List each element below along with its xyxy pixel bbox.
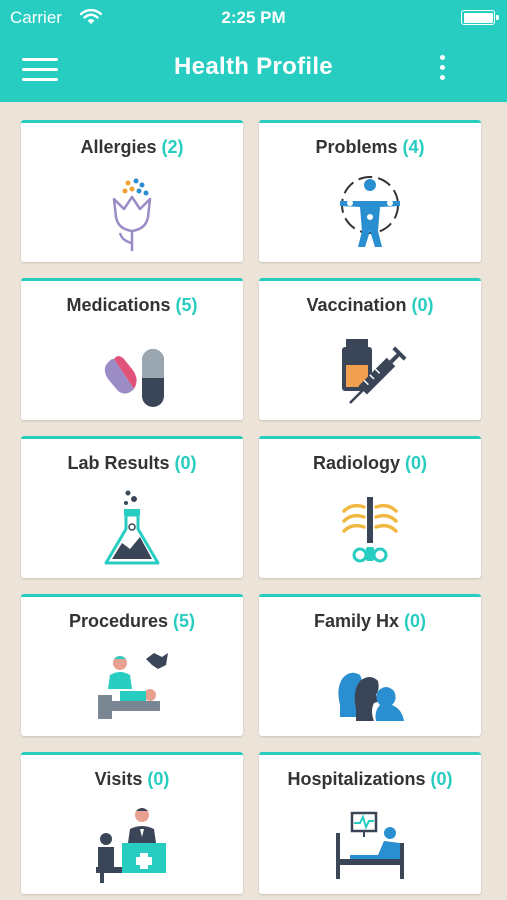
card-procedures[interactable]: Procedures (5) <box>21 594 243 736</box>
card-title: Problems (4) <box>315 137 425 157</box>
family-profiles-icon <box>338 672 404 721</box>
card-title: Family Hx (0) <box>313 611 427 631</box>
card-count: (0) <box>405 453 428 473</box>
card-medications[interactable]: Medications (5) <box>21 278 243 420</box>
vial-syringe-icon <box>342 339 407 404</box>
clock: 2:25 PM <box>221 8 286 27</box>
card-count: (5) <box>175 295 198 315</box>
surgeon-patient-icon <box>98 653 168 719</box>
card-title: Lab Results (0) <box>67 453 197 473</box>
card-count: (0) <box>430 769 453 789</box>
hospital-bed-icon <box>336 811 404 879</box>
card-title: Procedures (5) <box>68 611 196 631</box>
card-count: (5) <box>173 611 196 631</box>
body-joints-icon <box>340 176 400 247</box>
flower-pollen-icon <box>112 178 152 251</box>
ribcage-xray-icon <box>342 497 398 563</box>
card-title: Visits (0) <box>94 769 170 789</box>
card-count: (2) <box>161 137 184 157</box>
card-visits[interactable]: Visits (0) <box>21 752 243 894</box>
card-count: (0) <box>174 453 197 473</box>
card-title: Hospitalizations (0) <box>287 769 453 789</box>
card-count: (0) <box>147 769 170 789</box>
card-allergies[interactable]: Allergies (2) <box>21 120 243 262</box>
card-count: (0) <box>404 611 427 631</box>
card-count: (4) <box>402 137 425 157</box>
more-vertical-icon[interactable] <box>429 52 457 82</box>
card-count: (0) <box>411 295 434 315</box>
card-family-hx[interactable]: Family Hx (0) <box>259 594 481 736</box>
card-title: Allergies (2) <box>80 137 184 157</box>
flask-icon <box>104 490 160 565</box>
nav-bar: Health Profile <box>0 36 507 102</box>
status-bar: Carrier 2:25 PM <box>0 0 507 36</box>
card-problems[interactable]: Problems (4) <box>259 120 481 262</box>
card-radiology[interactable]: Radiology (0) <box>259 436 481 578</box>
doctor-desk-icon <box>96 808 166 883</box>
card-lab-results[interactable]: Lab Results (0) <box>21 436 243 578</box>
card-title: Radiology (0) <box>312 453 428 473</box>
card-title: Medications (5) <box>66 295 198 315</box>
card-hospitalizations[interactable]: Hospitalizations (0) <box>259 752 481 894</box>
pills-icon <box>104 349 164 407</box>
battery-icon <box>461 10 499 25</box>
card-title: Vaccination (0) <box>306 295 434 315</box>
card-vaccination[interactable]: Vaccination (0) <box>259 278 481 420</box>
health-profile-grid: Allergies (2) Problems (4) Medications (… <box>0 102 507 900</box>
